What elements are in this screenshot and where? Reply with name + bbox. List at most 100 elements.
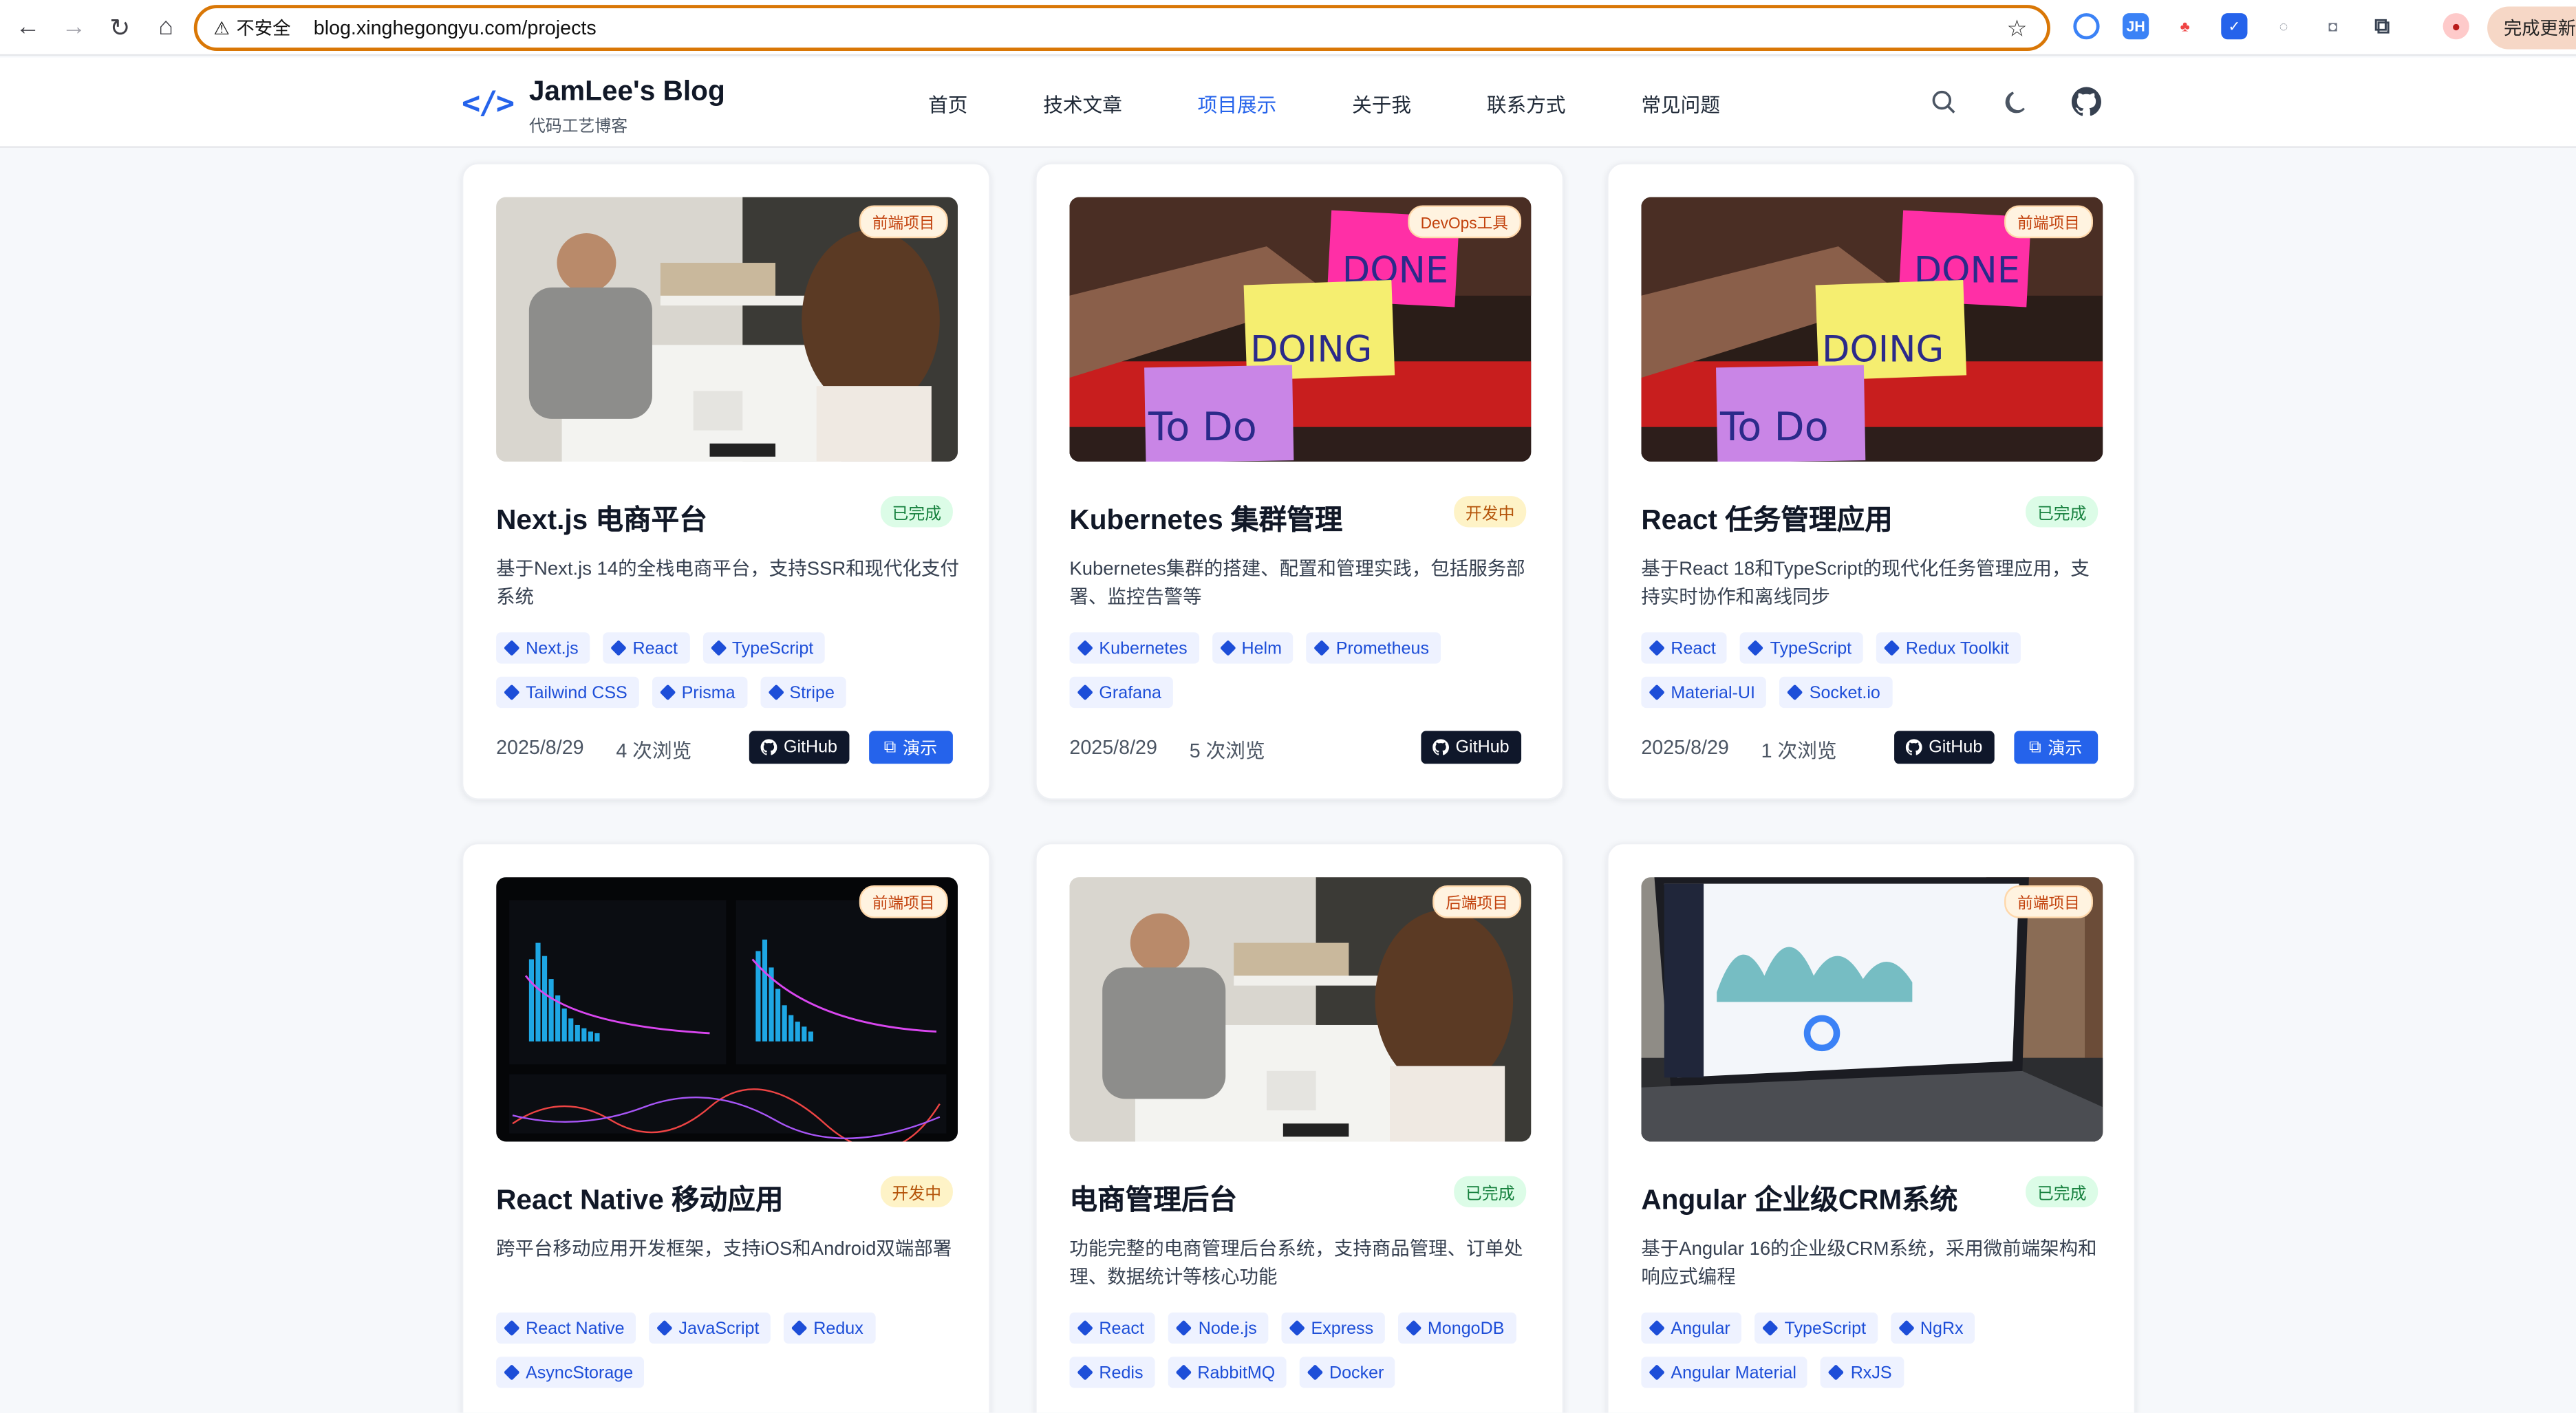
- address-bar[interactable]: ⚠ 不安全 blog.xinghegongyu.com/projects ☆: [193, 5, 2050, 52]
- tech-tag-label: Redis: [1099, 1362, 1144, 1383]
- nav-faq[interactable]: 常见问题: [1641, 90, 1720, 118]
- camera-extension-icon[interactable]: ◘: [2319, 13, 2346, 40]
- bookmark-star-icon[interactable]: ☆: [2006, 14, 2027, 43]
- tech-tag[interactable]: Tailwind CSS: [496, 676, 639, 709]
- tag-icon: [610, 640, 627, 656]
- tag-icon: [767, 684, 784, 701]
- tech-tag[interactable]: React: [1641, 632, 1728, 664]
- tech-tag-label: React: [1671, 638, 1716, 658]
- tech-tag[interactable]: TypeScript: [1754, 1312, 1878, 1344]
- project-title[interactable]: React 任务管理应用: [1641, 496, 1892, 537]
- project-title[interactable]: React Native 移动应用: [496, 1176, 783, 1218]
- browser-window: ← → ↻ ⌂ ⚠ 不安全 blog.xinghegongyu.com/proje…: [0, 0, 2576, 1413]
- tag-icon: [1289, 1319, 1306, 1337]
- project-title[interactable]: 电商管理后台: [1069, 1176, 1237, 1218]
- demo-button[interactable]: ⧉ 演示: [869, 731, 952, 764]
- extension-icon-4[interactable]: ✓: [2221, 13, 2248, 40]
- forward-icon[interactable]: →: [56, 9, 92, 45]
- tech-tag-label: Prisma: [681, 682, 736, 702]
- tech-tag-list: React Native JavaScript Redux AsyncStorage: [496, 1312, 963, 1388]
- project-title[interactable]: Next.js 电商平台: [496, 496, 707, 537]
- tech-tag-label: Express: [1311, 1318, 1374, 1338]
- tech-tag[interactable]: NgRx: [1890, 1312, 1975, 1344]
- warning-icon: ⚠: [213, 19, 230, 39]
- status-badge: 开发中: [1454, 496, 1527, 528]
- nav-about[interactable]: 关于我: [1352, 90, 1411, 118]
- tech-tag[interactable]: Docker: [1300, 1357, 1396, 1388]
- tech-tag-label: Prometheus: [1335, 638, 1430, 658]
- project-thumbnail[interactable]: 前端项目: [496, 197, 958, 462]
- tech-tag[interactable]: RabbitMQ: [1168, 1357, 1287, 1388]
- project-thumbnail[interactable]: DONE DOING To Do DevOps工具: [1069, 197, 1532, 462]
- tech-tag[interactable]: Node.js: [1168, 1312, 1269, 1344]
- project-card[interactable]: DONE DOING To Do 前端项目 React 任务管理应用 已完成 基于Re…: [1607, 162, 2136, 800]
- extension-icon-jh[interactable]: JH: [2122, 13, 2149, 40]
- reload-icon[interactable]: ↻: [102, 9, 138, 45]
- tech-tag[interactable]: Redis: [1069, 1357, 1155, 1388]
- tech-tag[interactable]: React Native: [496, 1312, 636, 1344]
- project-card[interactable]: 前端项目 React Native 移动应用 开发中 跨平台移动应用开发框架，支持iO…: [461, 842, 991, 1413]
- tech-tag[interactable]: TypeScript: [1740, 632, 1863, 664]
- github-icon[interactable]: [2070, 85, 2103, 118]
- tech-tag-label: Tailwind CSS: [526, 682, 627, 702]
- status-badge: 已完成: [880, 496, 953, 528]
- tech-tag[interactable]: React: [603, 632, 689, 664]
- tech-tag[interactable]: Express: [1281, 1312, 1385, 1344]
- url-text[interactable]: blog.xinghegongyu.com/projects: [314, 17, 597, 39]
- project-thumbnail[interactable]: 前端项目: [496, 877, 958, 1142]
- project-card[interactable]: 前端项目 Angular 企业级CRM系统 已完成 基于Angular 16的企业级C…: [1607, 842, 2136, 1413]
- github-button[interactable]: GitHub: [1894, 731, 1994, 764]
- demo-button[interactable]: ⧉ 演示: [2014, 731, 2097, 764]
- tech-tag[interactable]: MongoDB: [1397, 1312, 1516, 1344]
- tech-tag[interactable]: Redux: [784, 1312, 875, 1344]
- project-thumbnail[interactable]: 前端项目: [1641, 877, 2103, 1142]
- extension-icon-3[interactable]: ♣: [2171, 13, 2198, 40]
- search-icon[interactable]: [1927, 85, 1960, 118]
- tech-tag[interactable]: Redux Toolkit: [1876, 632, 2021, 664]
- update-button[interactable]: 完成更新: [2487, 6, 2576, 50]
- github-button[interactable]: GitHub: [749, 731, 849, 764]
- nav-articles[interactable]: 技术文章: [1043, 90, 1122, 118]
- tech-tag[interactable]: Stripe: [760, 676, 846, 709]
- tech-tag[interactable]: Angular Material: [1641, 1357, 1808, 1388]
- tech-tag[interactable]: Prometheus: [1306, 632, 1441, 664]
- back-icon[interactable]: ←: [10, 9, 46, 45]
- project-title[interactable]: Kubernetes 集群管理: [1069, 496, 1342, 537]
- tech-tag[interactable]: Angular: [1641, 1312, 1742, 1344]
- extension-icon-1[interactable]: [2073, 13, 2100, 40]
- chat-extension-icon[interactable]: ◌: [2270, 13, 2297, 40]
- project-card[interactable]: 后端项目 电商管理后台 已完成 功能完整的电商管理后台系统，支持商品管理、订单处理、数…: [1035, 842, 1565, 1413]
- tech-tag[interactable]: Helm: [1212, 632, 1294, 664]
- tech-tag[interactable]: Socket.io: [1779, 676, 1892, 709]
- tech-tag[interactable]: Next.js: [496, 632, 590, 664]
- sticky-note-doing-text: DOING: [1250, 328, 1372, 370]
- tag-icon: [1077, 684, 1093, 701]
- github-button[interactable]: GitHub: [1421, 731, 1521, 764]
- tech-tag[interactable]: AsyncStorage: [496, 1357, 645, 1388]
- nav-projects[interactable]: 项目展示: [1198, 90, 1277, 118]
- tech-tag[interactable]: Material-UI: [1641, 676, 1767, 709]
- profile-avatar[interactable]: ●: [2443, 13, 2469, 40]
- tech-tag[interactable]: JavaScript: [649, 1312, 771, 1344]
- project-title[interactable]: Angular 企业级CRM系统: [1641, 1176, 1957, 1218]
- dark-mode-moon-icon[interactable]: [1999, 85, 2032, 118]
- site-title[interactable]: JamLee's Blog: [529, 76, 725, 109]
- tech-tag[interactable]: Prisma: [652, 676, 747, 709]
- project-card[interactable]: DONE DOING To Do DevOps工具 Kubernetes 集群管理…: [1035, 162, 1565, 800]
- extensions-puzzle-icon[interactable]: ⧉: [2369, 13, 2396, 40]
- tag-icon: [1883, 640, 1900, 656]
- tech-tag[interactable]: React: [1069, 1312, 1156, 1344]
- tech-tag[interactable]: Grafana: [1069, 676, 1173, 709]
- project-thumbnail[interactable]: 后端项目: [1069, 877, 1532, 1142]
- demo-button-label: 演示: [2048, 738, 2083, 758]
- tech-tag[interactable]: Kubernetes: [1069, 632, 1199, 664]
- project-card[interactable]: 前端项目 Next.js 电商平台 已完成 基于Next.js 14的全栈电商平台，支…: [461, 162, 991, 800]
- logo-code-icon[interactable]: </>: [462, 85, 515, 122]
- insecure-warning[interactable]: ⚠ 不安全: [213, 14, 290, 41]
- home-icon[interactable]: ⌂: [148, 9, 184, 45]
- tech-tag[interactable]: RxJS: [1821, 1357, 1904, 1388]
- project-thumbnail[interactable]: DONE DOING To Do 前端项目: [1641, 197, 2103, 462]
- tech-tag[interactable]: TypeScript: [702, 632, 825, 664]
- nav-home[interactable]: 首页: [928, 90, 967, 118]
- nav-contact[interactable]: 联系方式: [1487, 90, 1566, 118]
